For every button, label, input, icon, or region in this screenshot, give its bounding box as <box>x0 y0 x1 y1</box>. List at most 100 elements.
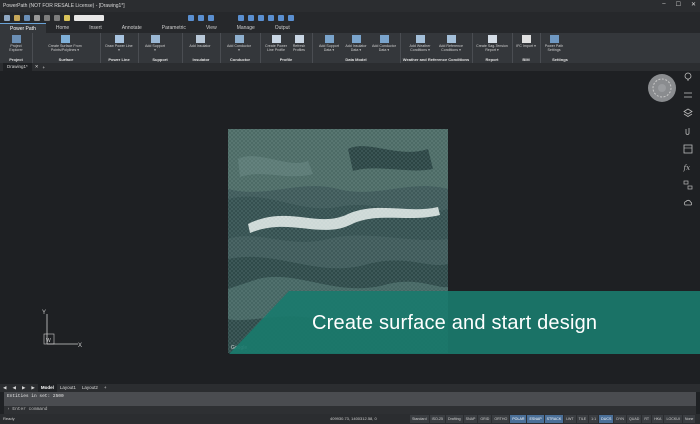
table-icon[interactable] <box>683 144 693 154</box>
gear-icon <box>549 35 559 43</box>
tab-manage[interactable]: Manage <box>227 23 265 33</box>
tab-power-path[interactable]: Power Path <box>0 23 46 33</box>
add-weather-conditions-button[interactable]: Add Weather Conditions ▾ <box>406 35 434 52</box>
sliders-icon[interactable] <box>683 90 693 100</box>
status-ducs[interactable]: DUCS <box>599 415 614 423</box>
nav-first-icon[interactable]: ◀ <box>0 384 9 392</box>
tab-parametric[interactable]: Parametric <box>152 23 196 33</box>
create-profile-button[interactable]: Create Power Line Profile <box>264 35 288 52</box>
minimize-button[interactable]: – <box>662 1 665 8</box>
status-snap[interactable]: SNAP <box>463 415 478 423</box>
save-icon[interactable] <box>24 14 30 21</box>
print-icon[interactable] <box>34 14 40 21</box>
maximize-button[interactable]: ☐ <box>676 1 681 8</box>
navigation-wheel[interactable] <box>648 74 676 102</box>
tab-view[interactable]: View <box>196 23 227 33</box>
add-layout-icon[interactable]: + <box>101 384 110 392</box>
add-insulator-data-button[interactable]: Add Insulator Data ▾ <box>343 35 369 52</box>
right-side-toolbar: fx <box>680 70 696 210</box>
layer-dropdown[interactable] <box>74 14 104 21</box>
status-drafting[interactable]: Drafting <box>445 415 463 423</box>
compass-icon <box>652 78 672 98</box>
layer-tool-icon[interactable] <box>188 14 194 21</box>
nav-last-icon[interactable]: ▶ <box>28 384 37 392</box>
linetype-icon[interactable] <box>278 14 284 21</box>
lightbulb-icon[interactable] <box>683 72 693 82</box>
status-standard[interactable]: Standard <box>410 415 429 423</box>
project-explorer-button[interactable]: Project Explorer <box>4 35 28 52</box>
status-esnap[interactable]: ESNAP <box>527 415 544 423</box>
weather-cloud-icon <box>415 35 425 43</box>
profile-icon <box>271 35 281 43</box>
ucs-y-label: Y <box>42 310 46 316</box>
nav-prev-icon[interactable]: ◀ <box>9 384 18 392</box>
undo-icon[interactable] <box>44 14 50 21</box>
status-dyn[interactable]: DYN <box>614 415 626 423</box>
status-lwt[interactable]: LWT <box>564 415 576 423</box>
command-history-line: Entities in set: 2500 <box>7 394 64 399</box>
status-grid[interactable]: GRID <box>478 415 492 423</box>
tab-layout2[interactable]: Layout2 <box>79 384 101 392</box>
hierarchy-icon[interactable] <box>683 180 693 190</box>
ucs-w-label: W <box>46 338 51 344</box>
layer-tool2-icon[interactable] <box>198 14 204 21</box>
create-report-button[interactable]: Create Sag-Tension Report ▾ <box>476 35 508 52</box>
new-tab-icon[interactable]: + <box>43 65 46 70</box>
command-input[interactable]: › Enter command <box>4 406 696 414</box>
add-conductor-data-button[interactable]: Add Conductor Data ▾ <box>370 35 398 52</box>
add-insulator-button[interactable]: Add Insulator <box>188 35 212 48</box>
ifc-import-button[interactable]: IFC Import ▾ <box>516 35 536 48</box>
status-iso25[interactable]: ISO-25 <box>429 415 445 423</box>
cloud-icon[interactable] <box>683 198 693 208</box>
status-rt[interactable]: RT <box>642 415 652 423</box>
lineweight-icon[interactable] <box>288 14 294 21</box>
redo-icon[interactable] <box>54 14 60 21</box>
status-tile[interactable]: TILE <box>576 415 589 423</box>
tab-home[interactable]: Home <box>46 23 79 33</box>
conductor-icon <box>234 35 244 43</box>
paperclip-icon[interactable] <box>683 126 693 136</box>
block-icon[interactable] <box>258 14 264 21</box>
open-file-icon[interactable] <box>14 14 20 21</box>
layers-icon[interactable] <box>683 108 693 118</box>
status-strack[interactable]: STRACK <box>544 415 564 423</box>
tab-annotate[interactable]: Annotate <box>112 23 152 33</box>
refresh-profiles-button[interactable]: Refresh Profiles <box>288 35 310 52</box>
tab-insert[interactable]: Insert <box>79 23 112 33</box>
tab-output[interactable]: Output <box>265 23 300 33</box>
close-button[interactable]: ✕ <box>691 1 696 8</box>
status-quad[interactable]: QUAD <box>626 415 642 423</box>
function-icon[interactable]: fx <box>683 162 693 172</box>
window-controls: – ☐ ✕ <box>662 1 696 8</box>
status-scale[interactable]: 1:1 <box>589 415 599 423</box>
layer-bulb-icon[interactable] <box>64 14 70 21</box>
new-file-icon[interactable] <box>4 14 10 21</box>
color-icon[interactable] <box>268 14 274 21</box>
cursor-coordinates: 409930.73, 1400312.58, 0 <box>330 416 377 421</box>
nav-next-icon[interactable]: ▶ <box>19 384 28 392</box>
power-path-settings-button[interactable]: Power Path Settings <box>542 35 566 52</box>
group-project: Project Explorer Project <box>0 33 33 63</box>
tab-layout1[interactable]: Layout1 <box>57 384 79 392</box>
match-icon[interactable] <box>248 14 254 21</box>
status-ortho[interactable]: ORTHO <box>492 415 510 423</box>
group-settings: Power Path Settings Settings <box>540 33 580 63</box>
draw-power-line-button[interactable]: Draw Power Line ▾ <box>104 35 134 52</box>
add-support-button[interactable]: Add Support ▾ <box>144 35 166 52</box>
status-polar[interactable]: POLAR <box>510 415 527 423</box>
add-conductor-button[interactable]: Add Conductor ▾ <box>226 35 252 52</box>
add-support-data-button[interactable]: Add Support Data ▾ <box>316 35 342 52</box>
properties-icon[interactable] <box>238 14 244 21</box>
status-lockui[interactable]: LOCKUI <box>664 415 682 423</box>
status-hka[interactable]: HKA <box>652 415 664 423</box>
group-support: Add Support ▾ Support <box>138 33 183 63</box>
document-tab-drawing1[interactable]: Drawing1* <box>3 63 32 71</box>
layer-tool3-icon[interactable] <box>208 14 214 21</box>
close-doc-icon[interactable]: ✕ <box>35 64 39 70</box>
create-surface-button[interactable]: Create Surface From Points/Polylines ▾ <box>36 35 94 52</box>
status-none[interactable]: None <box>682 415 696 423</box>
tab-model[interactable]: Model <box>37 384 57 392</box>
title-bar: PowerPath (NOT FOR RESALE License) - [Dr… <box>0 0 700 12</box>
layout-tabs: ◀ ◀ ▶ ▶ Model Layout1 Layout2 + <box>0 384 700 392</box>
add-reference-conditions-button[interactable]: Add Reference Conditions ▾ <box>436 35 466 52</box>
